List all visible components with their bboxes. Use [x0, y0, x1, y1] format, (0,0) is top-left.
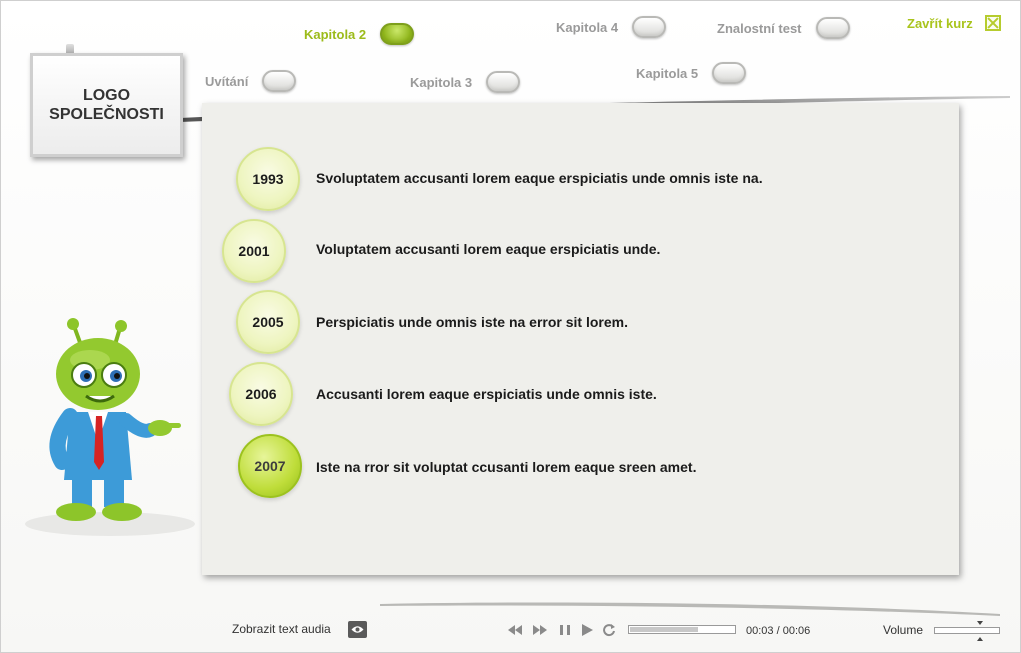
nav-label: Kapitola 5 — [636, 65, 699, 81]
audio-text-label: Zobrazit text audia — [232, 622, 331, 636]
year-circle-active[interactable]: 2007 — [238, 434, 302, 498]
nav-item-kapitola-5[interactable]: Kapitola 5 — [636, 62, 747, 84]
volume-label: Volume — [883, 623, 924, 637]
company-logo: LOGO SPOLEČNOSTI — [30, 53, 183, 157]
timeline-text: Svoluptatem accusanti lorem eaque erspic… — [316, 170, 763, 186]
timeline-row: 2001 — [222, 219, 286, 283]
time-display: 00:03 / 00:06 — [746, 625, 810, 637]
close-icon[interactable] — [984, 15, 1001, 31]
year-circle[interactable]: 2001 — [222, 219, 286, 283]
nav-pill-button[interactable] — [380, 23, 415, 45]
time-separator: / — [776, 625, 780, 637]
rewind-icon[interactable] — [507, 622, 523, 638]
logo-line-1: LOGO — [82, 87, 131, 104]
close-course-button[interactable]: Zavřít kurz — [907, 15, 1001, 31]
footer-divider — [380, 602, 1000, 616]
nav-pill-button[interactable] — [632, 16, 667, 38]
timeline-text: Perspiciatis unde omnis iste na error si… — [316, 314, 628, 330]
pause-icon[interactable] — [557, 622, 573, 638]
replay-icon[interactable] — [601, 622, 617, 638]
eye-icon — [351, 626, 364, 633]
year-circle[interactable]: 2006 — [229, 362, 293, 426]
nav-label: Uvítání — [205, 73, 249, 89]
nav-pill-button[interactable] — [262, 70, 297, 92]
timeline-row: 2005 — [236, 290, 300, 354]
audio-progress-fill — [630, 627, 698, 632]
nav-item-kapitola-3[interactable]: Kapitola 3 — [410, 71, 521, 93]
nav-item-uvitani[interactable]: Uvítání — [205, 70, 297, 92]
nav-pill-button[interactable] — [815, 17, 850, 39]
timeline-text: Iste na rror sit voluptat ccusanti lorem… — [316, 459, 697, 475]
close-course-label: Zavřít kurz — [907, 15, 973, 31]
nav-label: Znalostní test — [717, 20, 802, 36]
play-icon[interactable] — [579, 622, 595, 638]
timeline-text: Accusanti lorem eaque erspiciatis unde o… — [316, 386, 657, 402]
timeline-row: 2007 — [238, 434, 302, 498]
nav-label: Kapitola 4 — [556, 19, 619, 35]
timeline-row: 1993 — [236, 147, 300, 211]
logo-line-2: SPOLEČNOSTI — [49, 106, 164, 123]
alien-mascot-illustration — [25, 318, 195, 536]
current-time: 00:03 — [746, 625, 774, 637]
volume-slider-handle[interactable] — [977, 621, 983, 641]
nav-item-kapitola-2[interactable]: Kapitola 2 — [304, 23, 415, 45]
timeline-text: Voluptatem accusanti lorem eaque erspici… — [316, 241, 661, 257]
nav-item-znalostni-test[interactable]: Znalostní test — [717, 17, 850, 39]
show-audio-text-button[interactable] — [348, 621, 367, 638]
year-circle[interactable]: 2005 — [236, 290, 300, 354]
fast-forward-icon[interactable] — [532, 622, 548, 638]
total-time: 00:06 — [782, 625, 811, 637]
nav-label: Kapitola 2 — [304, 26, 367, 42]
timeline-row: 2006 — [229, 362, 293, 426]
audio-progress-bar[interactable] — [628, 625, 736, 634]
nav-label: Kapitola 3 — [410, 74, 473, 90]
volume-slider[interactable] — [934, 621, 1000, 641]
year-circle[interactable]: 1993 — [236, 147, 300, 211]
nav-pill-button[interactable] — [712, 62, 747, 84]
nav-pill-button[interactable] — [486, 71, 521, 93]
nav-item-kapitola-4[interactable]: Kapitola 4 — [556, 16, 667, 38]
